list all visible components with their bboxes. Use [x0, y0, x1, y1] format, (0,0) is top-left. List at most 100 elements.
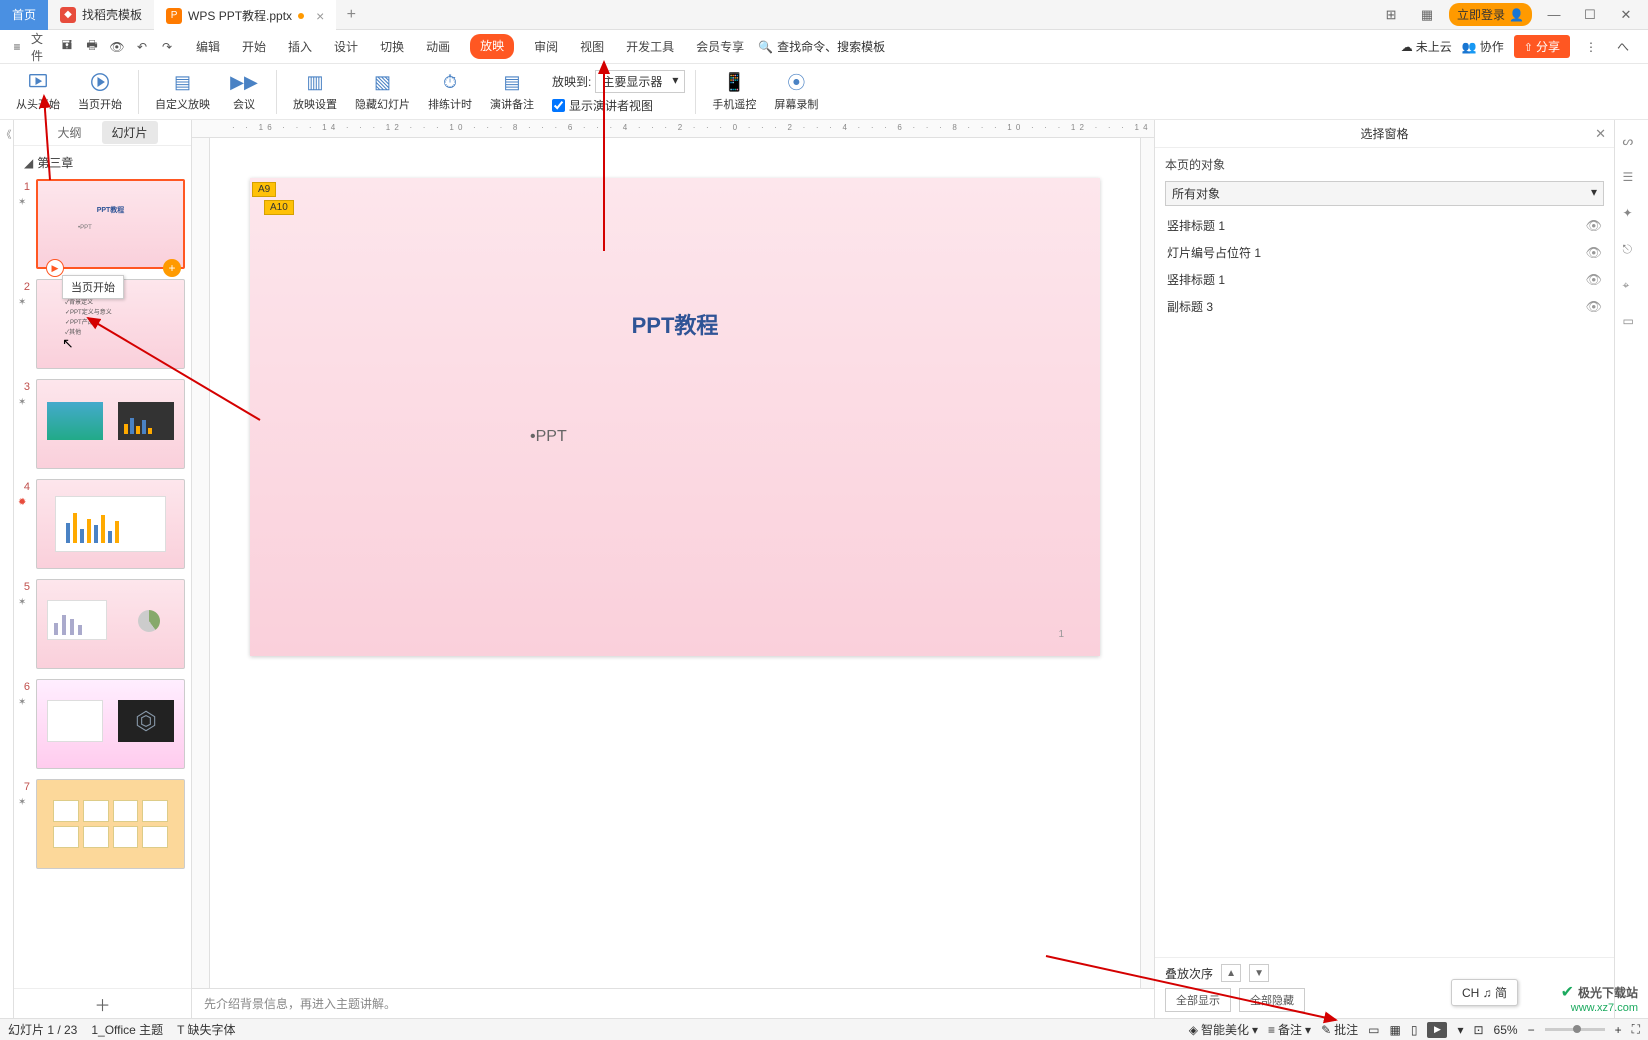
- presenter-view-checkbox[interactable]: 显示演讲者视图: [552, 97, 685, 114]
- settings-slider-icon[interactable]: ☰: [1623, 170, 1641, 188]
- object-item[interactable]: 灯片编号占位符 1👁: [1155, 239, 1614, 266]
- visibility-toggle-icon[interactable]: 👁: [1585, 218, 1602, 234]
- redo-icon[interactable]: ↷: [156, 36, 178, 58]
- meeting-button[interactable]: ▶▶ 会议: [222, 69, 266, 114]
- minimize-button[interactable]: —: [1540, 1, 1568, 29]
- print-preview-icon[interactable]: 👁: [106, 36, 128, 58]
- thumb-4[interactable]: 4✹: [20, 479, 185, 569]
- location-icon[interactable]: ⌖: [1623, 278, 1641, 296]
- thumb-3[interactable]: 3✶: [20, 379, 185, 469]
- visibility-toggle-icon[interactable]: 👁: [1585, 299, 1602, 315]
- slide-title[interactable]: PPT教程: [250, 308, 1100, 340]
- lasso-icon[interactable]: ᔕ: [1623, 134, 1641, 152]
- tab-home[interactable]: 首页: [0, 0, 48, 30]
- more-icon[interactable]: ⋮: [1580, 36, 1602, 58]
- bring-forward-button[interactable]: ▲: [1221, 964, 1241, 982]
- outline-tab[interactable]: 大纲: [47, 121, 91, 144]
- view-reading-icon[interactable]: ▯: [1411, 1023, 1418, 1037]
- collapse-ribbon-icon[interactable]: へ: [1612, 36, 1634, 58]
- close-pane-icon[interactable]: ✕: [1595, 126, 1606, 142]
- missing-font-button[interactable]: T缺失字体: [177, 1021, 235, 1038]
- hide-slide-button[interactable]: ▧ 隐藏幻灯片: [349, 69, 416, 114]
- hamburger-icon[interactable]: ≡: [6, 36, 28, 58]
- comment-marker-a9[interactable]: A9: [252, 182, 276, 197]
- slideshow-button[interactable]: ▶: [1427, 1022, 1447, 1038]
- share-button[interactable]: ⇧ 分享: [1514, 35, 1570, 58]
- book-icon[interactable]: ▭: [1623, 314, 1641, 332]
- notes-toggle[interactable]: ≡备注 ▾: [1268, 1021, 1311, 1038]
- add-slide-button[interactable]: ＋: [14, 988, 191, 1018]
- view-normal-icon[interactable]: ▭: [1368, 1023, 1379, 1037]
- thumb-7[interactable]: 7✶: [20, 779, 185, 869]
- menu-tab-devtools[interactable]: 开发工具: [624, 34, 676, 59]
- fullscreen-icon[interactable]: ⛶: [1632, 1022, 1640, 1037]
- section-header[interactable]: ◢ 第三章: [14, 146, 191, 179]
- command-search[interactable]: 🔍 查找命令、搜索模板: [758, 38, 885, 55]
- menu-tab-edit[interactable]: 编辑: [194, 34, 222, 59]
- menu-tab-review[interactable]: 审阅: [532, 34, 560, 59]
- zoom-slider[interactable]: [1545, 1028, 1605, 1031]
- scrollbar-v[interactable]: [1140, 138, 1154, 988]
- menu-tab-start[interactable]: 开始: [240, 34, 268, 59]
- undo-icon[interactable]: ↶: [131, 36, 153, 58]
- visibility-toggle-icon[interactable]: 👁: [1585, 272, 1602, 288]
- apps-grid-icon[interactable]: ▦: [1413, 1, 1441, 29]
- zoom-out-button[interactable]: −: [1528, 1023, 1535, 1037]
- speaker-notes-button[interactable]: ▤ 演讲备注: [484, 69, 540, 114]
- slides-tab[interactable]: 幻灯片: [102, 121, 158, 144]
- menu-tab-transition[interactable]: 切换: [378, 34, 406, 59]
- maximize-button[interactable]: ☐: [1576, 1, 1604, 29]
- slide-subtitle[interactable]: •PPT: [530, 428, 567, 446]
- menu-tab-view[interactable]: 视图: [578, 34, 606, 59]
- layout-icon[interactable]: ⊞: [1377, 1, 1405, 29]
- thumb-6[interactable]: 6✶: [20, 679, 185, 769]
- tab-close-icon[interactable]: ×: [316, 8, 324, 24]
- cloud-status[interactable]: ☁未上云: [1401, 38, 1452, 55]
- save-icon[interactable]: 🖬: [56, 36, 78, 58]
- slide-canvas[interactable]: A9 A10 PPT教程 •PPT 1: [250, 178, 1100, 656]
- zoom-level[interactable]: 65%: [1494, 1023, 1518, 1037]
- show-all-button[interactable]: 全部显示: [1165, 988, 1231, 1012]
- menu-tab-vip[interactable]: 会员专享: [694, 34, 746, 59]
- object-item[interactable]: 副标题 3👁: [1155, 293, 1614, 320]
- object-item[interactable]: 竖排标题 1👁: [1155, 212, 1614, 239]
- print-icon[interactable]: 🖶: [81, 36, 103, 58]
- login-button[interactable]: 立即登录👤: [1449, 3, 1532, 26]
- thumb-1[interactable]: 1✶ PPT教程•PPT ▶ + 当页开始: [20, 179, 185, 269]
- zoom-in-button[interactable]: +: [1615, 1023, 1622, 1037]
- sidebar-collapse[interactable]: 《: [0, 120, 14, 1018]
- object-item[interactable]: 竖排标题 1👁: [1155, 266, 1614, 293]
- menu-tab-slideshow[interactable]: 放映: [470, 34, 514, 59]
- thumb-add-button[interactable]: +: [163, 259, 181, 277]
- notes-area[interactable]: 先介绍背景信息，再进入主题讲解。: [192, 988, 1154, 1018]
- from-current-button[interactable]: 当页开始: [72, 69, 128, 114]
- fit-icon[interactable]: ⊡: [1473, 1023, 1483, 1037]
- comments-toggle[interactable]: ✎批注: [1321, 1021, 1358, 1038]
- rehearse-button[interactable]: ⏱ 排练计时: [422, 69, 478, 114]
- tab-add-button[interactable]: +: [336, 6, 366, 24]
- phone-remote-button[interactable]: 📱 手机遥控: [706, 69, 762, 114]
- thumb-5[interactable]: 5✶: [20, 579, 185, 669]
- menu-tab-design[interactable]: 设计: [332, 34, 360, 59]
- menu-tab-insert[interactable]: 插入: [286, 34, 314, 59]
- screen-record-button[interactable]: ⦿ 屏幕录制: [768, 69, 824, 114]
- sparkle-icon[interactable]: ✦: [1623, 206, 1641, 224]
- slide-stage[interactable]: A9 A10 PPT教程 •PPT 1: [210, 138, 1140, 988]
- visibility-toggle-icon[interactable]: 👁: [1585, 245, 1602, 261]
- from-beginning-button[interactable]: 从头开始: [10, 69, 66, 114]
- menu-tab-animation[interactable]: 动画: [424, 34, 452, 59]
- tab-templates[interactable]: ◆ 找稻壳模板: [48, 0, 154, 30]
- tab-file[interactable]: P WPS PPT教程.pptx ×: [154, 0, 336, 30]
- custom-show-button[interactable]: ▤ 自定义放映: [149, 69, 216, 114]
- object-filter-dropdown[interactable]: 所有对象▾: [1165, 181, 1604, 206]
- show-settings-button[interactable]: ▥ 放映设置: [287, 69, 343, 114]
- view-sorter-icon[interactable]: ▦: [1389, 1023, 1400, 1037]
- project-display-dropdown[interactable]: 主要显示器▾: [595, 70, 685, 93]
- close-window-button[interactable]: ✕: [1612, 1, 1640, 29]
- comment-marker-a10[interactable]: A10: [264, 200, 294, 215]
- send-backward-button[interactable]: ▼: [1249, 964, 1269, 982]
- beautify-button[interactable]: ◈智能美化 ▾: [1189, 1021, 1258, 1038]
- file-menu[interactable]: 文件: [31, 36, 53, 58]
- hide-all-button[interactable]: 全部隐藏: [1239, 988, 1305, 1012]
- link-icon[interactable]: ⎋: [1623, 242, 1641, 260]
